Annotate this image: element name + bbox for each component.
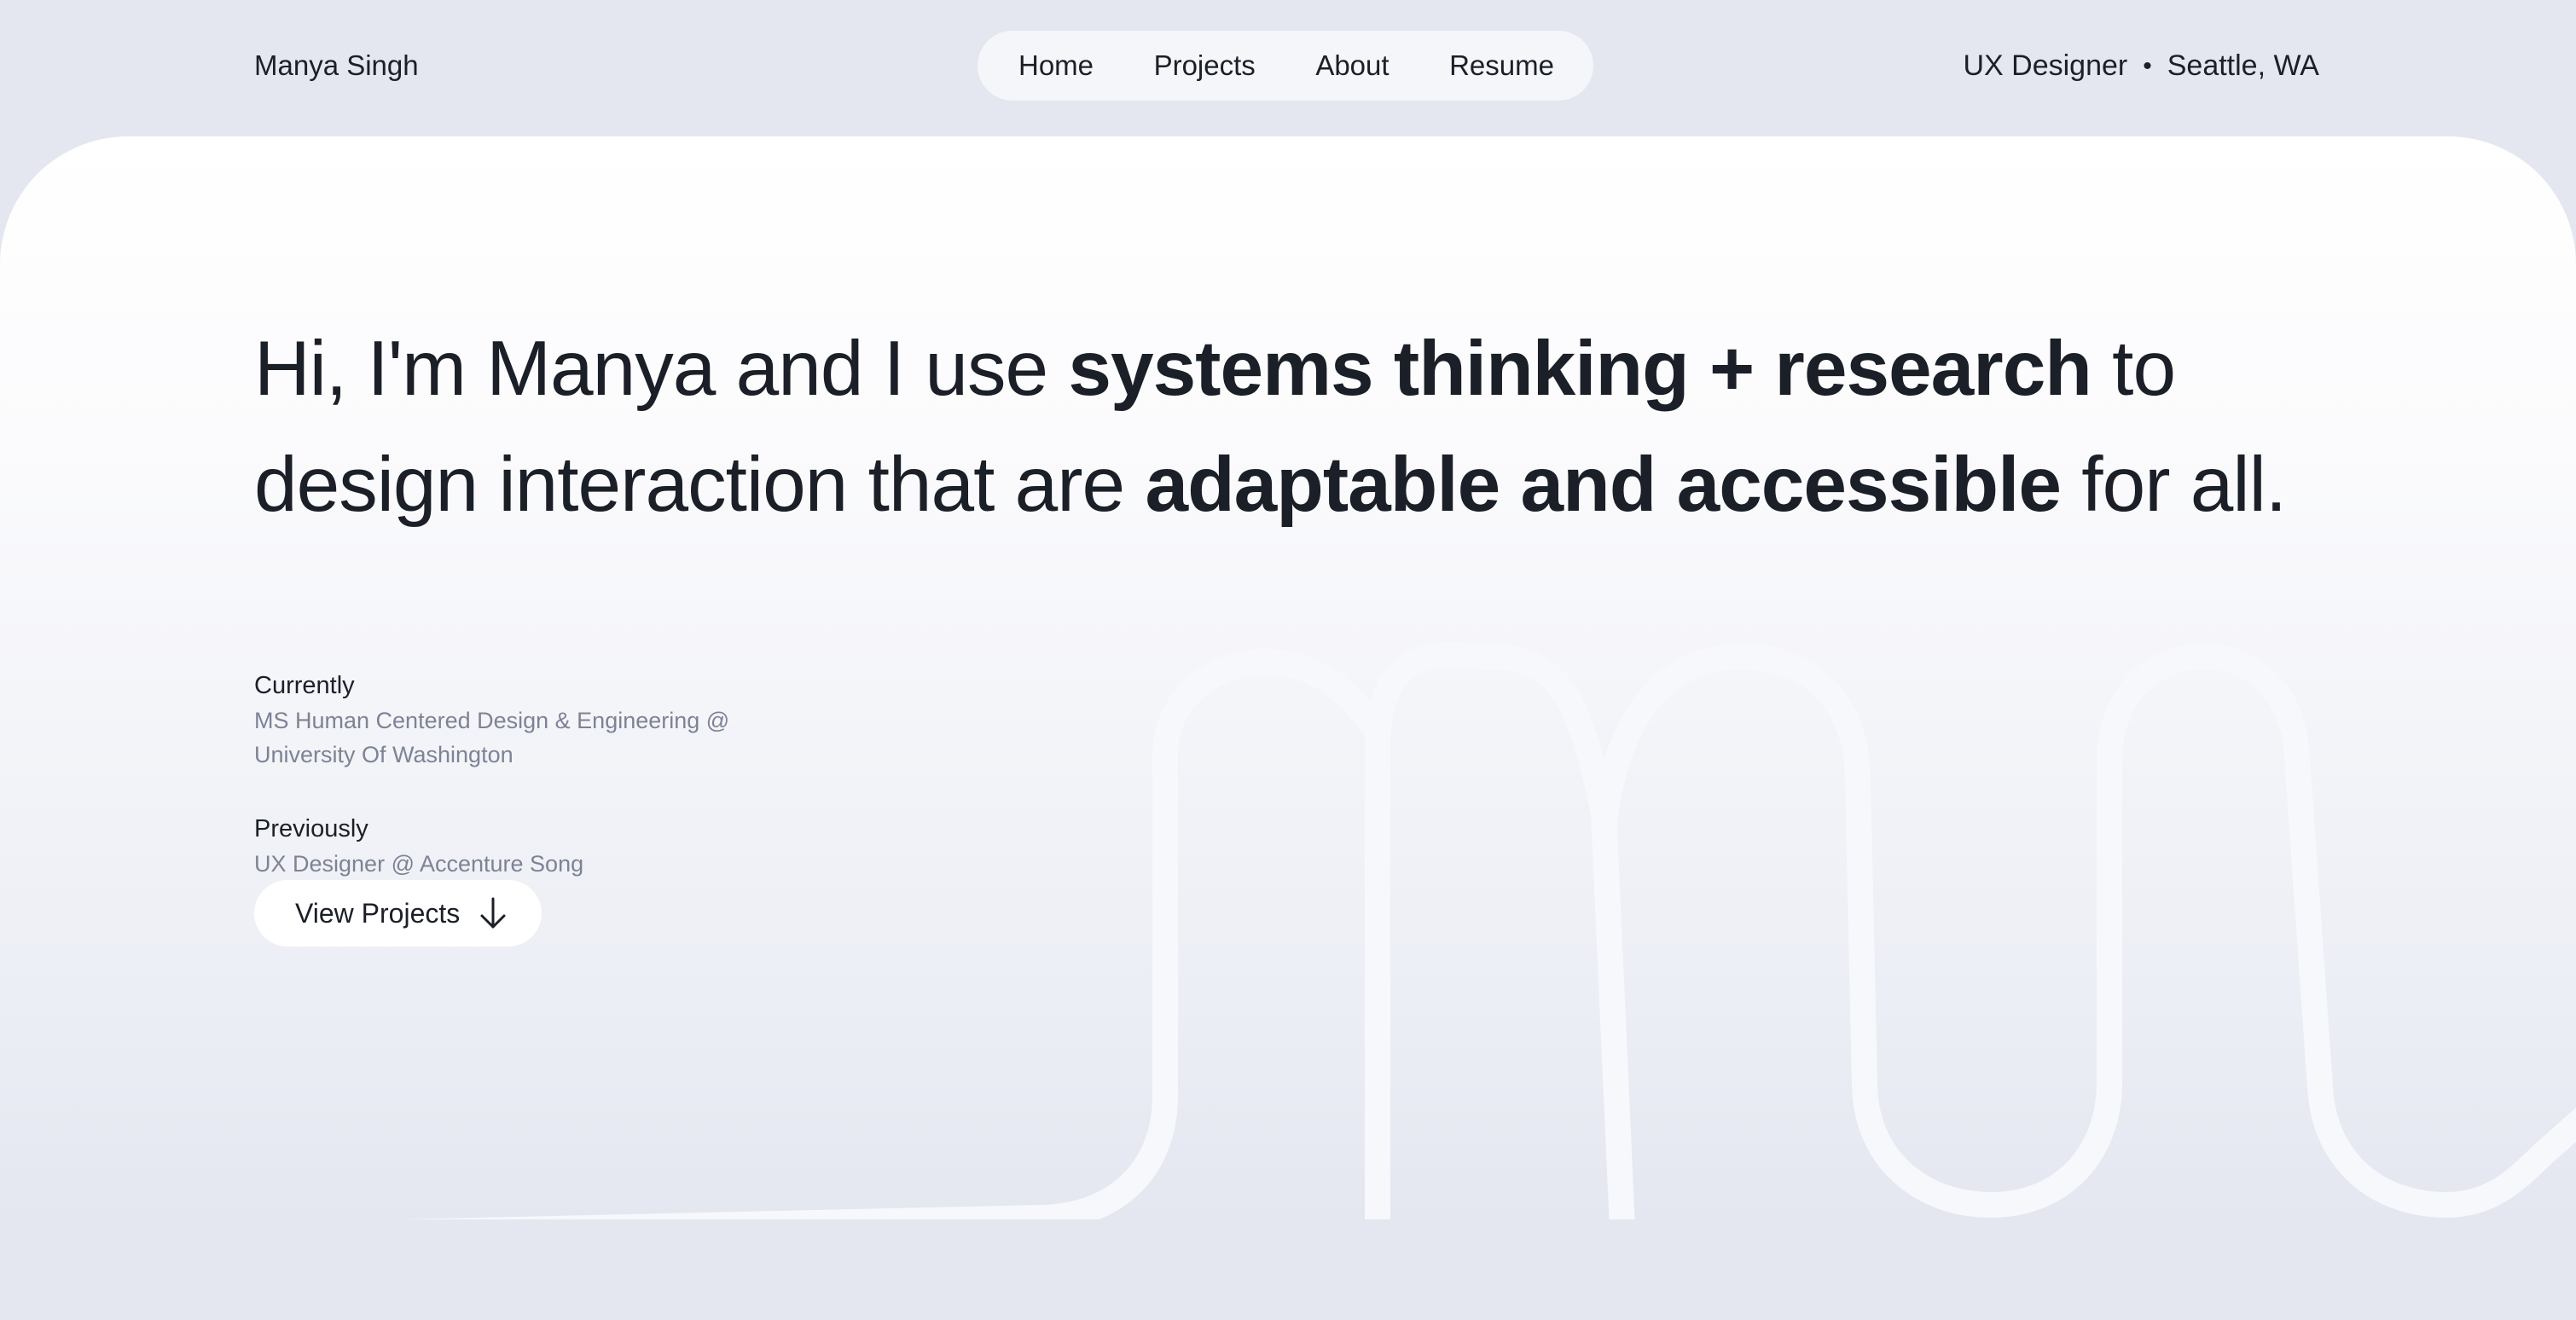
currently-label: Currently — [254, 672, 355, 699]
previously-block: Previously UX Designer @ Accenture Song — [254, 815, 749, 881]
main-nav: Home Projects About Resume — [978, 31, 1593, 101]
headline-text-3: for all. — [2061, 442, 2287, 528]
portfolio-page: Manya Singh Home Projects About Resume U… — [0, 0, 2576, 1320]
hero-panel: Hi, I'm Manya and I use systems thinking… — [0, 136, 2576, 1219]
previously-value: UX Designer @ Accenture Song — [254, 851, 584, 877]
location-text: Seattle, WA — [2167, 49, 2319, 82]
headline-emphasis-2: adaptable and accessible — [1145, 442, 2062, 528]
headline-emphasis-1: systems thinking + research — [1068, 326, 2092, 412]
role-text: UX Designer — [1963, 49, 2128, 82]
headline-text-1: Hi, I'm Manya and I use — [254, 326, 1069, 412]
arrow-down-icon — [479, 896, 508, 930]
separator-dot: • — [2143, 51, 2152, 80]
brand-name[interactable]: Manya Singh — [254, 49, 419, 82]
view-projects-button[interactable]: View Projects — [254, 880, 542, 947]
nav-projects-link[interactable]: Projects — [1154, 49, 1256, 82]
previously-label: Previously — [254, 815, 368, 842]
role-location: UX Designer • Seattle, WA — [1963, 49, 2319, 83]
nav-resume-link[interactable]: Resume — [1449, 49, 1554, 82]
currently-block: Currently MS Human Centered Design & Eng… — [254, 672, 749, 772]
hero-headline: Hi, I'm Manya and I use systems thinking… — [254, 311, 2353, 543]
nav-home-link[interactable]: Home — [1018, 49, 1094, 82]
view-projects-label: View Projects — [295, 897, 461, 929]
currently-value: MS Human Centered Design & Engineering @… — [254, 708, 730, 767]
nav-about-link[interactable]: About — [1315, 49, 1389, 82]
